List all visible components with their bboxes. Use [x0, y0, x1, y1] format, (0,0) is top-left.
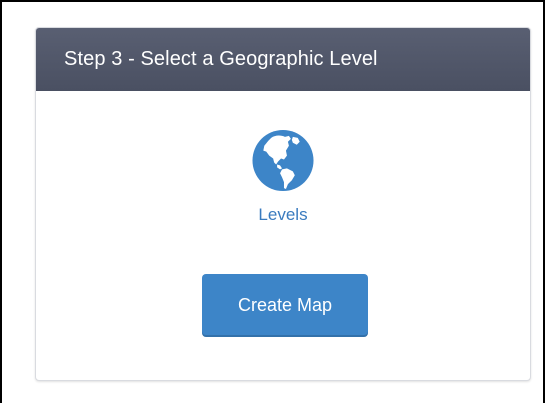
panel-body: Levels Create Map — [36, 91, 530, 380]
step-3-panel: Step 3 - Select a Geographic Level Level… — [35, 27, 531, 381]
panel-header: Step 3 - Select a Geographic Level — [36, 28, 530, 91]
panel-title: Step 3 - Select a Geographic Level — [64, 48, 378, 70]
globe-americas-icon[interactable] — [252, 129, 315, 192]
levels-option[interactable]: Levels — [252, 129, 315, 225]
create-map-button[interactable]: Create Map — [202, 274, 368, 337]
levels-link[interactable]: Levels — [258, 205, 307, 225]
